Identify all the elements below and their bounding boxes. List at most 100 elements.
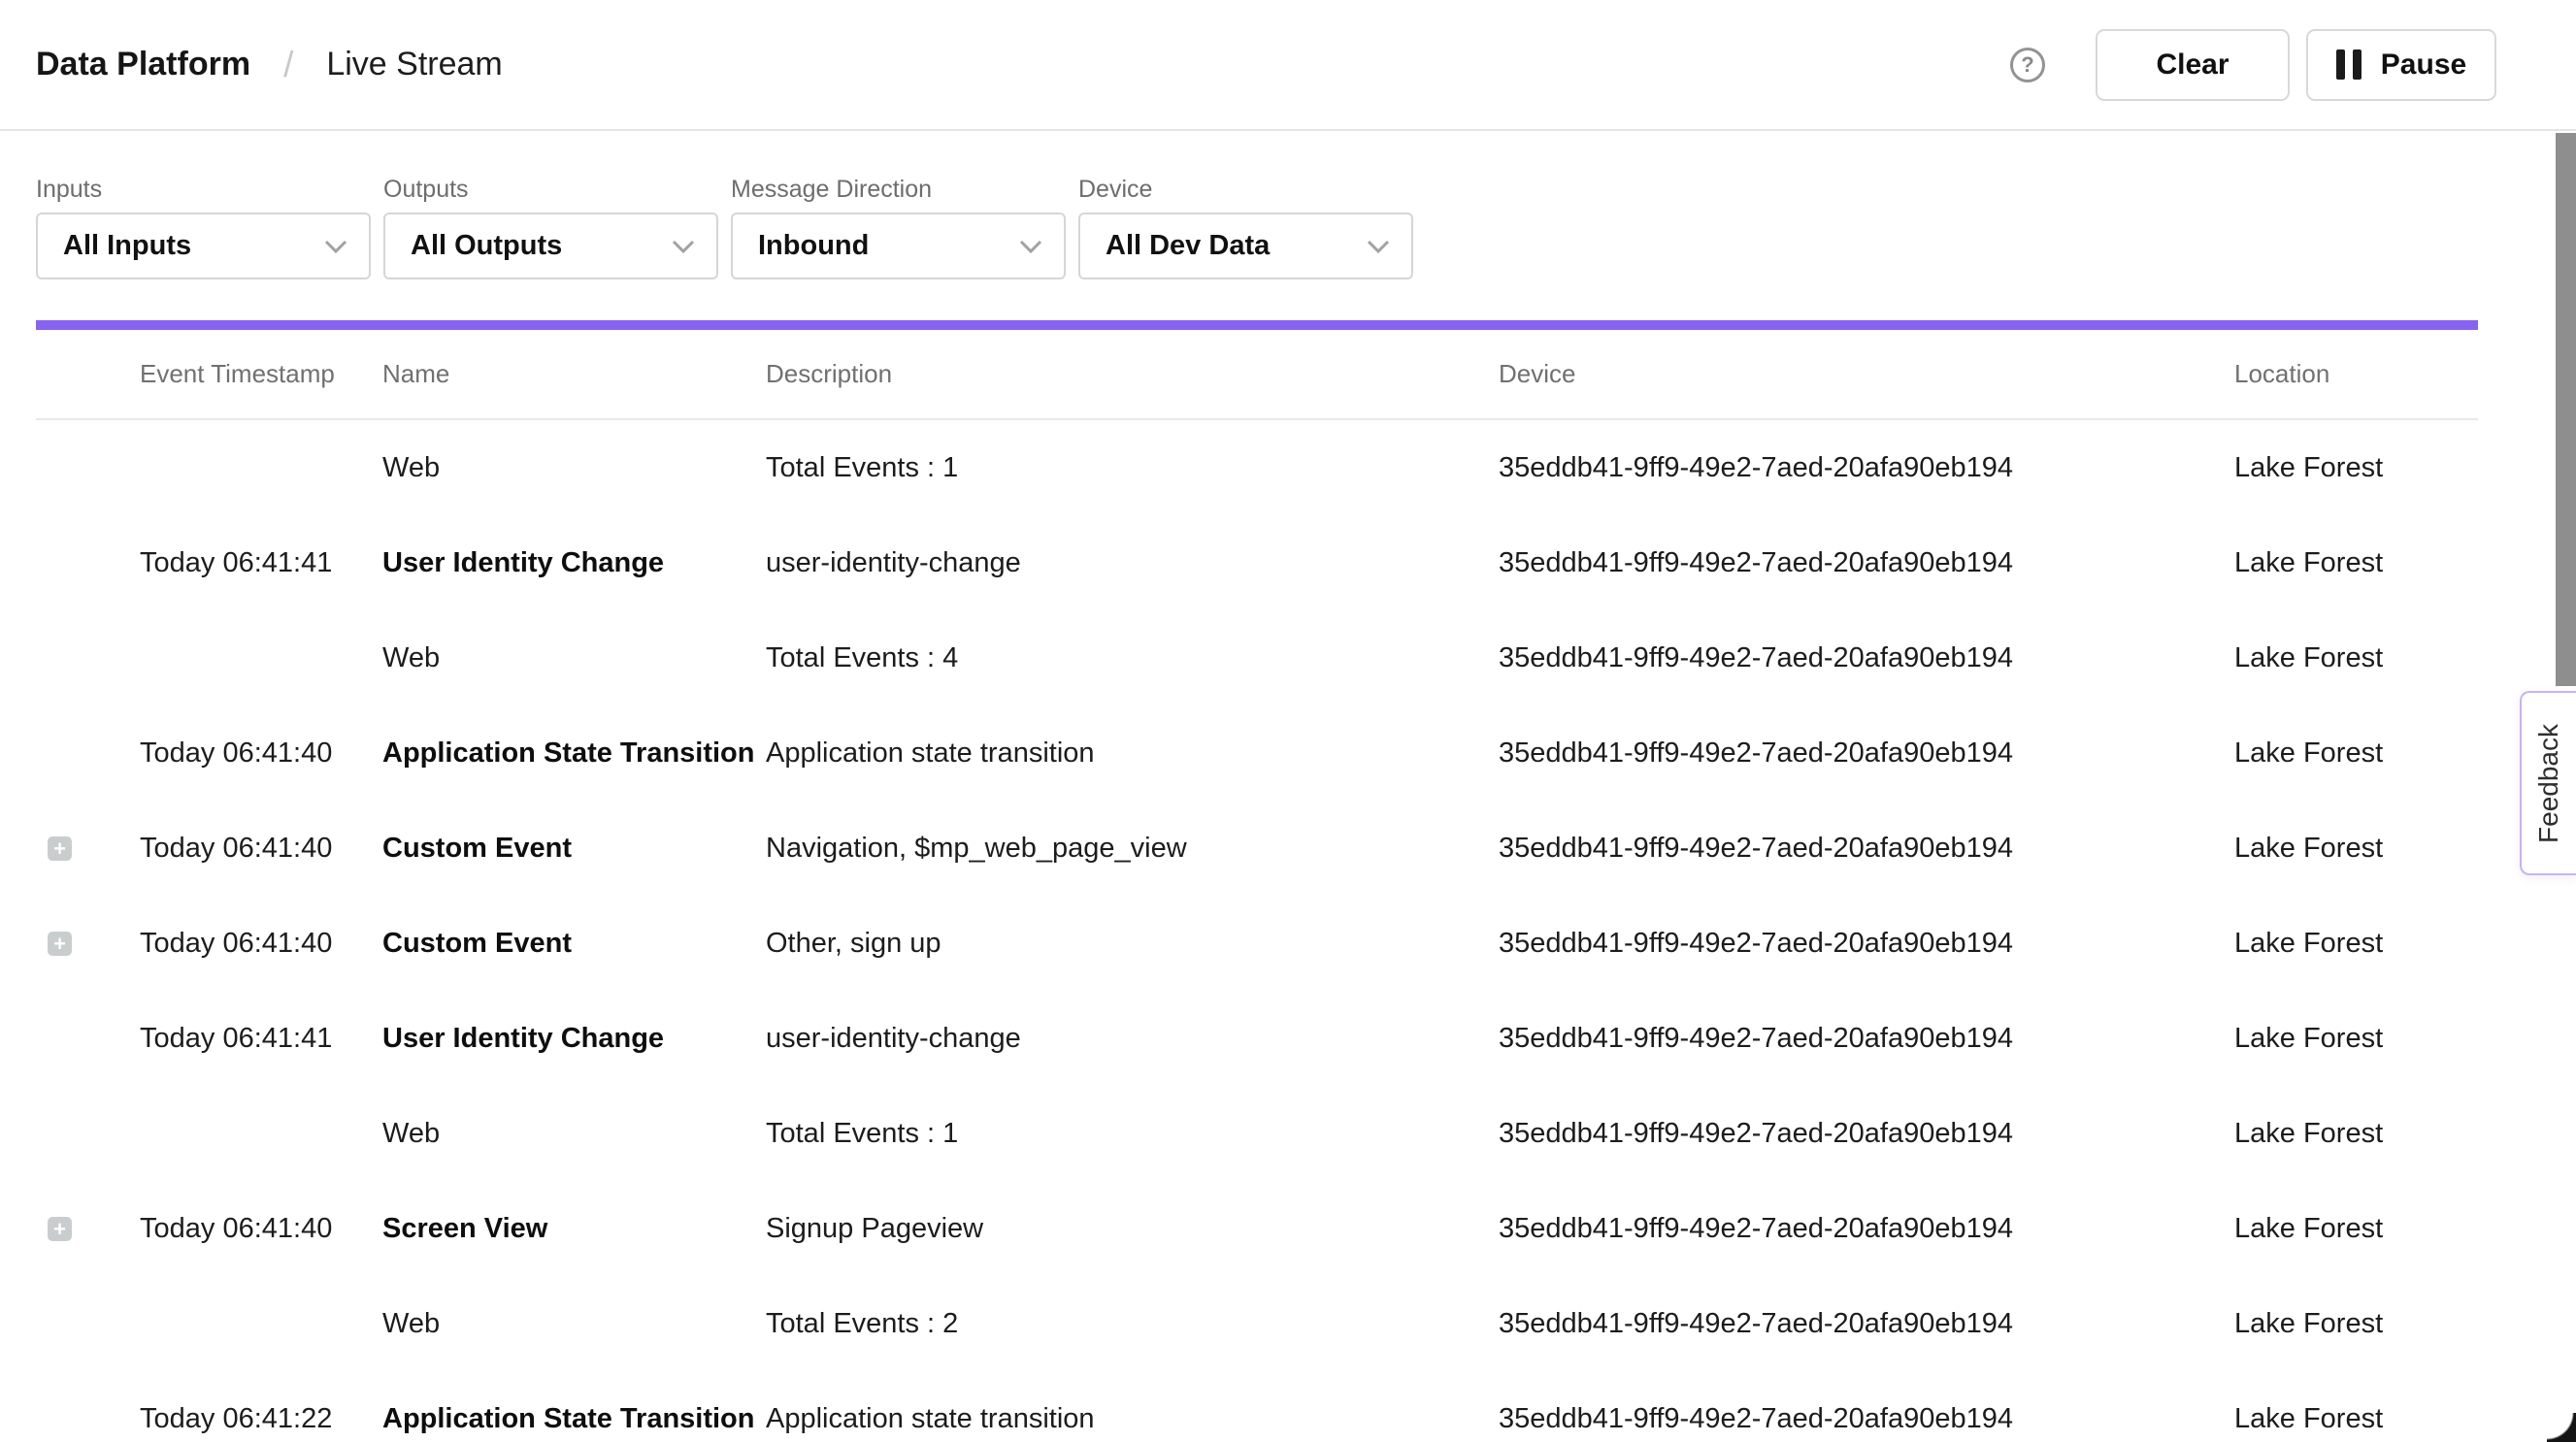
expander-cell: +: [36, 1217, 140, 1241]
table-row[interactable]: WebTotal Events : 435eddb41-9ff9-49e2-7a…: [36, 610, 2478, 705]
outputs-label: Outputs: [383, 175, 718, 204]
cell-description: user-identity-change: [766, 547, 1499, 579]
cell-location: Lake Forest: [2234, 1023, 2478, 1055]
cell-name: Web: [382, 452, 766, 484]
cell-description: Navigation, $mp_web_page_view: [766, 833, 1499, 865]
cell-name: Custom Event: [382, 928, 766, 960]
top-bar: Data Platform / Live Stream ? Clear Paus…: [0, 0, 2576, 131]
expand-row-plus-icon[interactable]: +: [48, 836, 72, 861]
table-row[interactable]: Today 06:41:41User Identity Changeuser-i…: [36, 991, 2478, 1086]
column-header-name: Name: [382, 359, 766, 389]
message-direction-label: Message Direction: [731, 175, 1066, 204]
cell-name: Custom Event: [382, 833, 766, 865]
cell-name: Application State Transition: [382, 737, 766, 770]
filter-message-direction: Message Direction Inbound: [731, 175, 1066, 279]
expander-cell: +: [36, 836, 140, 861]
feedback-tab-label: Feedback: [2533, 724, 2564, 843]
cell-name: Application State Transition: [382, 1403, 766, 1435]
cell-location: Lake Forest: [2234, 452, 2478, 484]
table-header-row: Event Timestamp Name Description Device …: [36, 330, 2478, 420]
window-rounded-corner: [2547, 1413, 2576, 1442]
cell-description: Total Events : 1: [766, 452, 1499, 484]
cell-device: 35eddb41-9ff9-49e2-7aed-20afa90eb194: [1499, 547, 2234, 579]
cell-device: 35eddb41-9ff9-49e2-7aed-20afa90eb194: [1499, 737, 2234, 770]
outputs-dropdown[interactable]: All Outputs: [383, 213, 718, 279]
table-row[interactable]: Today 06:41:22Application State Transiti…: [36, 1371, 2478, 1442]
filter-inputs: Inputs All Inputs: [36, 175, 371, 279]
expand-row-plus-icon[interactable]: +: [48, 932, 72, 956]
page-title: Live Stream: [326, 46, 502, 83]
inputs-dropdown[interactable]: All Inputs: [36, 213, 371, 279]
cell-description: Signup Pageview: [766, 1213, 1499, 1245]
cell-event-timestamp: Today 06:41:41: [140, 1023, 382, 1055]
cell-device: 35eddb41-9ff9-49e2-7aed-20afa90eb194: [1499, 452, 2234, 484]
live-stream-table: Event Timestamp Name Description Device …: [36, 330, 2478, 1442]
table-row[interactable]: + Today 06:41:40Screen ViewSignup Pagevie…: [36, 1181, 2478, 1276]
cell-device: 35eddb41-9ff9-49e2-7aed-20afa90eb194: [1499, 1308, 2234, 1340]
table-row[interactable]: WebTotal Events : 235eddb41-9ff9-49e2-7a…: [36, 1276, 2478, 1371]
cell-device: 35eddb41-9ff9-49e2-7aed-20afa90eb194: [1499, 1023, 2234, 1055]
cell-device: 35eddb41-9ff9-49e2-7aed-20afa90eb194: [1499, 833, 2234, 865]
column-header-description: Description: [766, 359, 1499, 389]
filter-outputs: Outputs All Outputs: [383, 175, 718, 279]
breadcrumb-data-platform[interactable]: Data Platform: [36, 46, 250, 83]
help-icon[interactable]: ?: [2010, 48, 2045, 82]
chevron-down-icon: [1367, 240, 1390, 253]
cell-location: Lake Forest: [2234, 1118, 2478, 1150]
cell-event-timestamp: Today 06:41:40: [140, 1213, 382, 1245]
pause-button-label: Pause: [2381, 49, 2466, 82]
feedback-tab[interactable]: Feedback: [2520, 691, 2576, 875]
cell-event-timestamp: Today 06:41:41: [140, 547, 382, 579]
outputs-dropdown-value: All Outputs: [411, 230, 562, 262]
chevron-down-icon: [324, 240, 347, 253]
vertical-scrollbar-thumb[interactable]: [2556, 133, 2576, 686]
table-row[interactable]: WebTotal Events : 135eddb41-9ff9-49e2-7a…: [36, 1086, 2478, 1181]
cell-event-timestamp: Today 06:41:22: [140, 1403, 382, 1435]
cell-location: Lake Forest: [2234, 737, 2478, 770]
cell-description: Total Events : 4: [766, 642, 1499, 674]
message-direction-dropdown-value: Inbound: [758, 230, 869, 262]
cell-description: Total Events : 2: [766, 1308, 1499, 1340]
cell-device: 35eddb41-9ff9-49e2-7aed-20afa90eb194: [1499, 642, 2234, 674]
breadcrumb: Data Platform / Live Stream: [36, 45, 503, 85]
cell-location: Lake Forest: [2234, 1403, 2478, 1435]
table-body: WebTotal Events : 135eddb41-9ff9-49e2-7a…: [36, 420, 2478, 1442]
cell-location: Lake Forest: [2234, 1308, 2478, 1340]
cell-event-timestamp: Today 06:41:40: [140, 737, 382, 770]
pause-button[interactable]: Pause: [2306, 29, 2496, 101]
column-header-device: Device: [1499, 359, 2234, 389]
cell-description: Other, sign up: [766, 928, 1499, 960]
table-row[interactable]: +Today 06:41:40Custom EventOther, sign u…: [36, 896, 2478, 991]
cell-name: Web: [382, 1308, 766, 1340]
filter-row: Inputs All Inputs Outputs All Outputs Me…: [0, 131, 2576, 279]
table-row[interactable]: Today 06:41:40Application State Transiti…: [36, 705, 2478, 801]
device-dropdown-value: All Dev Data: [1106, 230, 1270, 262]
cell-device: 35eddb41-9ff9-49e2-7aed-20afa90eb194: [1499, 1118, 2234, 1150]
breadcrumb-separator: /: [283, 45, 293, 85]
inputs-dropdown-value: All Inputs: [63, 230, 191, 262]
cell-description: Application state transition: [766, 1403, 1499, 1435]
cell-device: 35eddb41-9ff9-49e2-7aed-20afa90eb194: [1499, 928, 2234, 960]
filter-device: Device All Dev Data: [1078, 175, 1413, 279]
cell-name: User Identity Change: [382, 547, 766, 579]
table-row[interactable]: Today 06:41:41User Identity Changeuser-i…: [36, 515, 2478, 610]
cell-location: Lake Forest: [2234, 833, 2478, 865]
pause-icon: [2336, 49, 2361, 80]
cell-location: Lake Forest: [2234, 1213, 2478, 1245]
expand-row-plus-icon[interactable]: +: [48, 1217, 72, 1241]
cell-name: Screen View: [382, 1213, 766, 1245]
table-row[interactable]: WebTotal Events : 135eddb41-9ff9-49e2-7a…: [36, 420, 2478, 515]
cell-location: Lake Forest: [2234, 547, 2478, 579]
chevron-down-icon: [672, 240, 695, 253]
expander-cell: +: [36, 932, 140, 956]
cell-name: Web: [382, 1118, 766, 1150]
device-dropdown[interactable]: All Dev Data: [1078, 213, 1413, 279]
cell-device: 35eddb41-9ff9-49e2-7aed-20afa90eb194: [1499, 1213, 2234, 1245]
message-direction-dropdown[interactable]: Inbound: [731, 213, 1066, 279]
cell-location: Lake Forest: [2234, 928, 2478, 960]
chevron-down-icon: [1019, 240, 1042, 253]
cell-description: Total Events : 1: [766, 1118, 1499, 1150]
clear-button[interactable]: Clear: [2096, 29, 2290, 101]
column-header-location: Location: [2234, 359, 2478, 389]
table-row[interactable]: +Today 06:41:40Custom EventNavigation, $…: [36, 801, 2478, 896]
